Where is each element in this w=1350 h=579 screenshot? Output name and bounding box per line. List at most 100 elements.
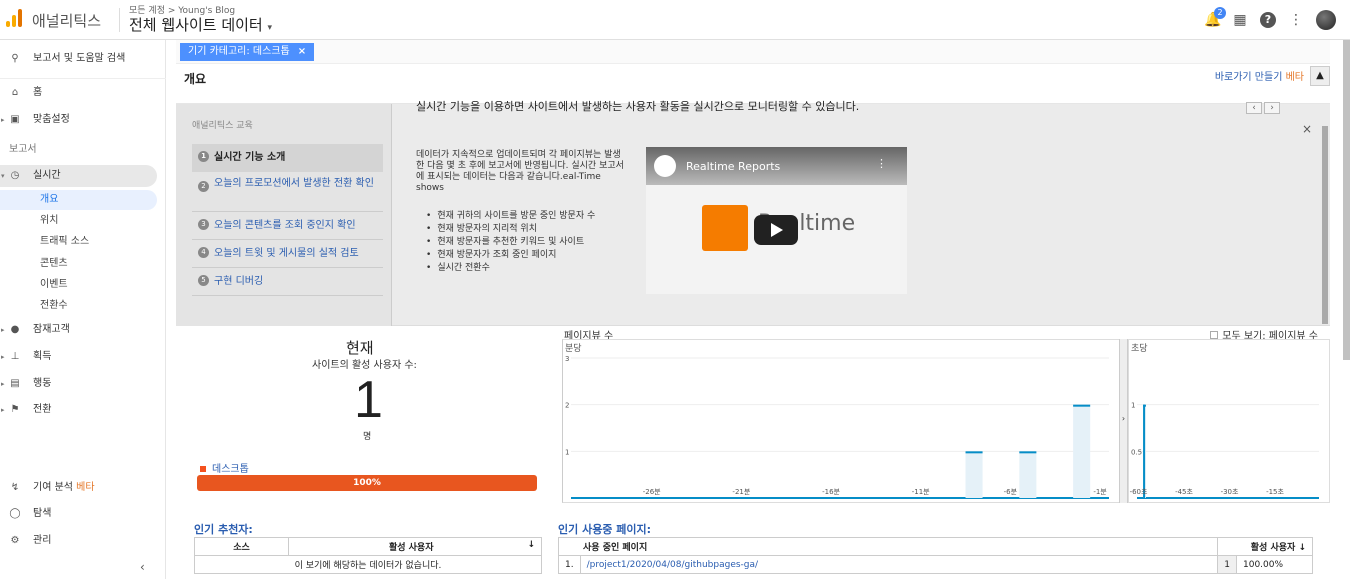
sidebar-search[interactable]: ⚲ 보고서 및 도움말 검색 xyxy=(0,48,166,70)
more-vert-icon[interactable]: ⋮ xyxy=(876,157,887,170)
chart-expand-toggle[interactable]: › xyxy=(1119,339,1128,503)
per-second-chart-svg: 초당 0.5 1 -60초 -45초 -30초 -15초 xyxy=(1130,343,1319,499)
page-scrollbar[interactable] xyxy=(1343,40,1350,360)
empty-message: 이 보기에 해당하는 데이터가 없습니다. xyxy=(194,555,542,574)
attribution-label: 기여 분석 xyxy=(33,482,73,493)
education-nav-title: 애널리틱스 교육 xyxy=(192,121,253,131)
edu-item-1[interactable]: 1 실시간 기능 소개 xyxy=(192,144,383,172)
notifications-bell-icon[interactable]: 🔔 2 xyxy=(1204,7,1226,28)
y-tick-label: 2 xyxy=(565,402,569,410)
bar-top xyxy=(1073,404,1091,407)
top-actions: 🔔 2 ▦ ? ⋮ xyxy=(1204,7,1336,32)
x-tick-label: -60초 xyxy=(1130,488,1148,496)
col-active-page[interactable]: 사용 중인 페이지 xyxy=(557,537,1219,556)
sidebar-item-audience[interactable]: ▸ ● 잠재고객 xyxy=(0,319,166,341)
next-button[interactable]: › xyxy=(1264,102,1280,114)
sidebar: ⚲ 보고서 및 도움말 검색 ⌂ 홈 ▸ ▣ 맞춤설정 보고서 ▾ ◷ 실시간 … xyxy=(0,40,166,579)
col-active-users[interactable]: 활성 사용자 ↓ xyxy=(288,537,542,556)
segment-chip[interactable]: 기기 카테고리: 데스크톱 × xyxy=(180,43,315,61)
close-icon[interactable]: × xyxy=(298,46,306,57)
search-icon: ⚲ xyxy=(11,53,19,64)
y-tick-label: 1 xyxy=(565,448,569,456)
video-player[interactable]: Realtime Reports ⋮ Realtime xyxy=(646,147,907,294)
sidebar-item-conversions[interactable]: ▸ ⚑ 전환 xyxy=(0,399,166,421)
sidebar-item-discover[interactable]: ◯ 탐색 xyxy=(0,503,166,525)
step-number-icon: 2 xyxy=(198,181,209,192)
list-item: 실시간 전환수 xyxy=(426,262,626,275)
per-minute-chart: 분당 1 2 3 -26분 -21분 -16분 -11분 -6분 -1분 xyxy=(562,339,1128,503)
col-active-users[interactable]: 활성 사용자 ↓ xyxy=(1217,537,1313,556)
gear-icon: ⚙ xyxy=(10,535,20,546)
sidebar-item-realtime[interactable]: ▾ ◷ 실시간 xyxy=(0,165,157,187)
row-users: 1 xyxy=(1217,555,1237,574)
expand-arrow-icon: ▸ xyxy=(1,380,5,388)
edu-item-5[interactable]: 5 구현 디버깅 xyxy=(192,268,383,296)
sidebar-subitem-events[interactable]: 이벤트 xyxy=(40,275,68,295)
page-title: 개요 xyxy=(184,72,207,86)
sidebar-subitem-content[interactable]: 콘텐츠 xyxy=(40,254,68,274)
bar-top xyxy=(1019,451,1037,454)
sidebar-item-label: 행동 xyxy=(33,378,52,389)
person-icon: ● xyxy=(10,324,20,335)
bar xyxy=(1073,404,1091,498)
analytics-logo-icon[interactable] xyxy=(6,9,22,27)
education-headline: 실시간 기능을 이용하면 사이트에서 발생하는 사용자 활동을 실시간으로 모니… xyxy=(416,100,860,113)
expand-arrow-icon: ▸ xyxy=(1,353,5,361)
step-number-icon: 3 xyxy=(198,219,209,230)
attribution-icon: ↯ xyxy=(10,482,20,493)
sidebar-item-label: 맞춤설정 xyxy=(33,114,70,125)
referrers-table: 소스 활성 사용자 ↓ 이 보기에 해당하는 데이터가 없습니다. xyxy=(194,537,542,574)
sidebar-item-attribution[interactable]: ↯ 기여 분석 베타 xyxy=(0,477,166,499)
play-button[interactable] xyxy=(754,215,798,245)
more-vert-icon[interactable]: ⋮ xyxy=(1288,12,1304,28)
edu-item-4[interactable]: 4 오늘의 트윗 및 게시물의 실적 검토 xyxy=(192,240,383,268)
collapse-sidebar-icon[interactable]: ‹ xyxy=(140,560,145,574)
sidebar-item-home[interactable]: ⌂ 홈 xyxy=(0,82,166,104)
step-number-icon: 1 xyxy=(198,151,209,162)
sidebar-item-admin[interactable]: ⚙ 관리 xyxy=(0,530,166,552)
sidebar-subitem-overview[interactable]: 개요 xyxy=(40,190,58,210)
x-tick-label: -26분 xyxy=(643,488,661,496)
sidebar-subitem-traffic-sources[interactable]: 트래픽 소스 xyxy=(40,232,89,252)
x-tick-label: -30초 xyxy=(1221,488,1239,496)
flag-icon: ⚑ xyxy=(10,404,20,415)
edu-item-3[interactable]: 3 오늘의 콘텐츠를 조회 중인지 확인 xyxy=(192,212,383,240)
x-tick-label: -21분 xyxy=(732,488,750,496)
create-shortcut-link[interactable]: 바로가기 만들기 베타 xyxy=(1215,68,1304,83)
row-pct: 100.00% xyxy=(1236,555,1313,574)
edu-item-2[interactable]: 2 오늘의 프로모션에서 발생한 전환 확인 xyxy=(192,174,383,212)
filter-bar: 기기 카테고리: 데스크톱 × xyxy=(176,40,1330,64)
sidebar-item-label: 잠재고객 xyxy=(33,324,70,335)
lightbulb-icon: ◯ xyxy=(9,508,21,519)
search-label: 보고서 및 도움말 검색 xyxy=(33,53,126,64)
divider xyxy=(119,8,120,32)
avatar[interactable] xyxy=(1316,10,1336,30)
col-source[interactable]: 소스 xyxy=(194,537,289,556)
close-icon[interactable]: × xyxy=(1302,122,1312,136)
notification-badge: 2 xyxy=(1214,7,1226,19)
x-tick-label: -11분 xyxy=(912,488,930,496)
sidebar-item-behavior[interactable]: ▸ ▤ 행동 xyxy=(0,373,166,395)
bar xyxy=(965,451,983,498)
step-number-icon: 5 xyxy=(198,275,209,286)
scrollbar[interactable] xyxy=(1322,126,1328,324)
x-tick-label: -16분 xyxy=(822,488,840,496)
page-link[interactable]: /project1/2020/04/08/githubpages-ga/ xyxy=(579,555,1219,574)
education-cap-icon[interactable]: ▲ xyxy=(1310,66,1330,86)
active-users-label: 사이트의 활성 사용자 수: xyxy=(312,360,417,371)
view-selector[interactable]: 전체 웹사이트 데이터 ▾ xyxy=(129,14,272,35)
sidebar-subitem-locations[interactable]: 위치 xyxy=(40,211,58,231)
help-icon[interactable]: ? xyxy=(1260,12,1276,28)
sidebar-subitem-conversions[interactable]: 전환수 xyxy=(40,296,68,316)
expand-arrow-icon: ▸ xyxy=(1,406,5,414)
segment-chip-label: 기기 카테고리: 데스크톱 xyxy=(188,46,290,57)
device-legend[interactable]: 데스크톱 xyxy=(200,460,249,475)
checkbox[interactable] xyxy=(1210,331,1219,339)
sidebar-item-acquisition[interactable]: ▸ ⊥ 획득 xyxy=(0,346,166,368)
expand-arrow-icon: ▸ xyxy=(1,326,5,334)
title-bar: 개요 바로가기 만들기 베타 ▲ xyxy=(176,64,1330,104)
apps-grid-icon[interactable]: ▦ xyxy=(1232,12,1248,28)
prev-button[interactable]: ‹ xyxy=(1246,102,1262,114)
behavior-icon: ▤ xyxy=(10,378,20,389)
sidebar-item-customization[interactable]: ▸ ▣ 맞춤설정 xyxy=(0,109,166,131)
